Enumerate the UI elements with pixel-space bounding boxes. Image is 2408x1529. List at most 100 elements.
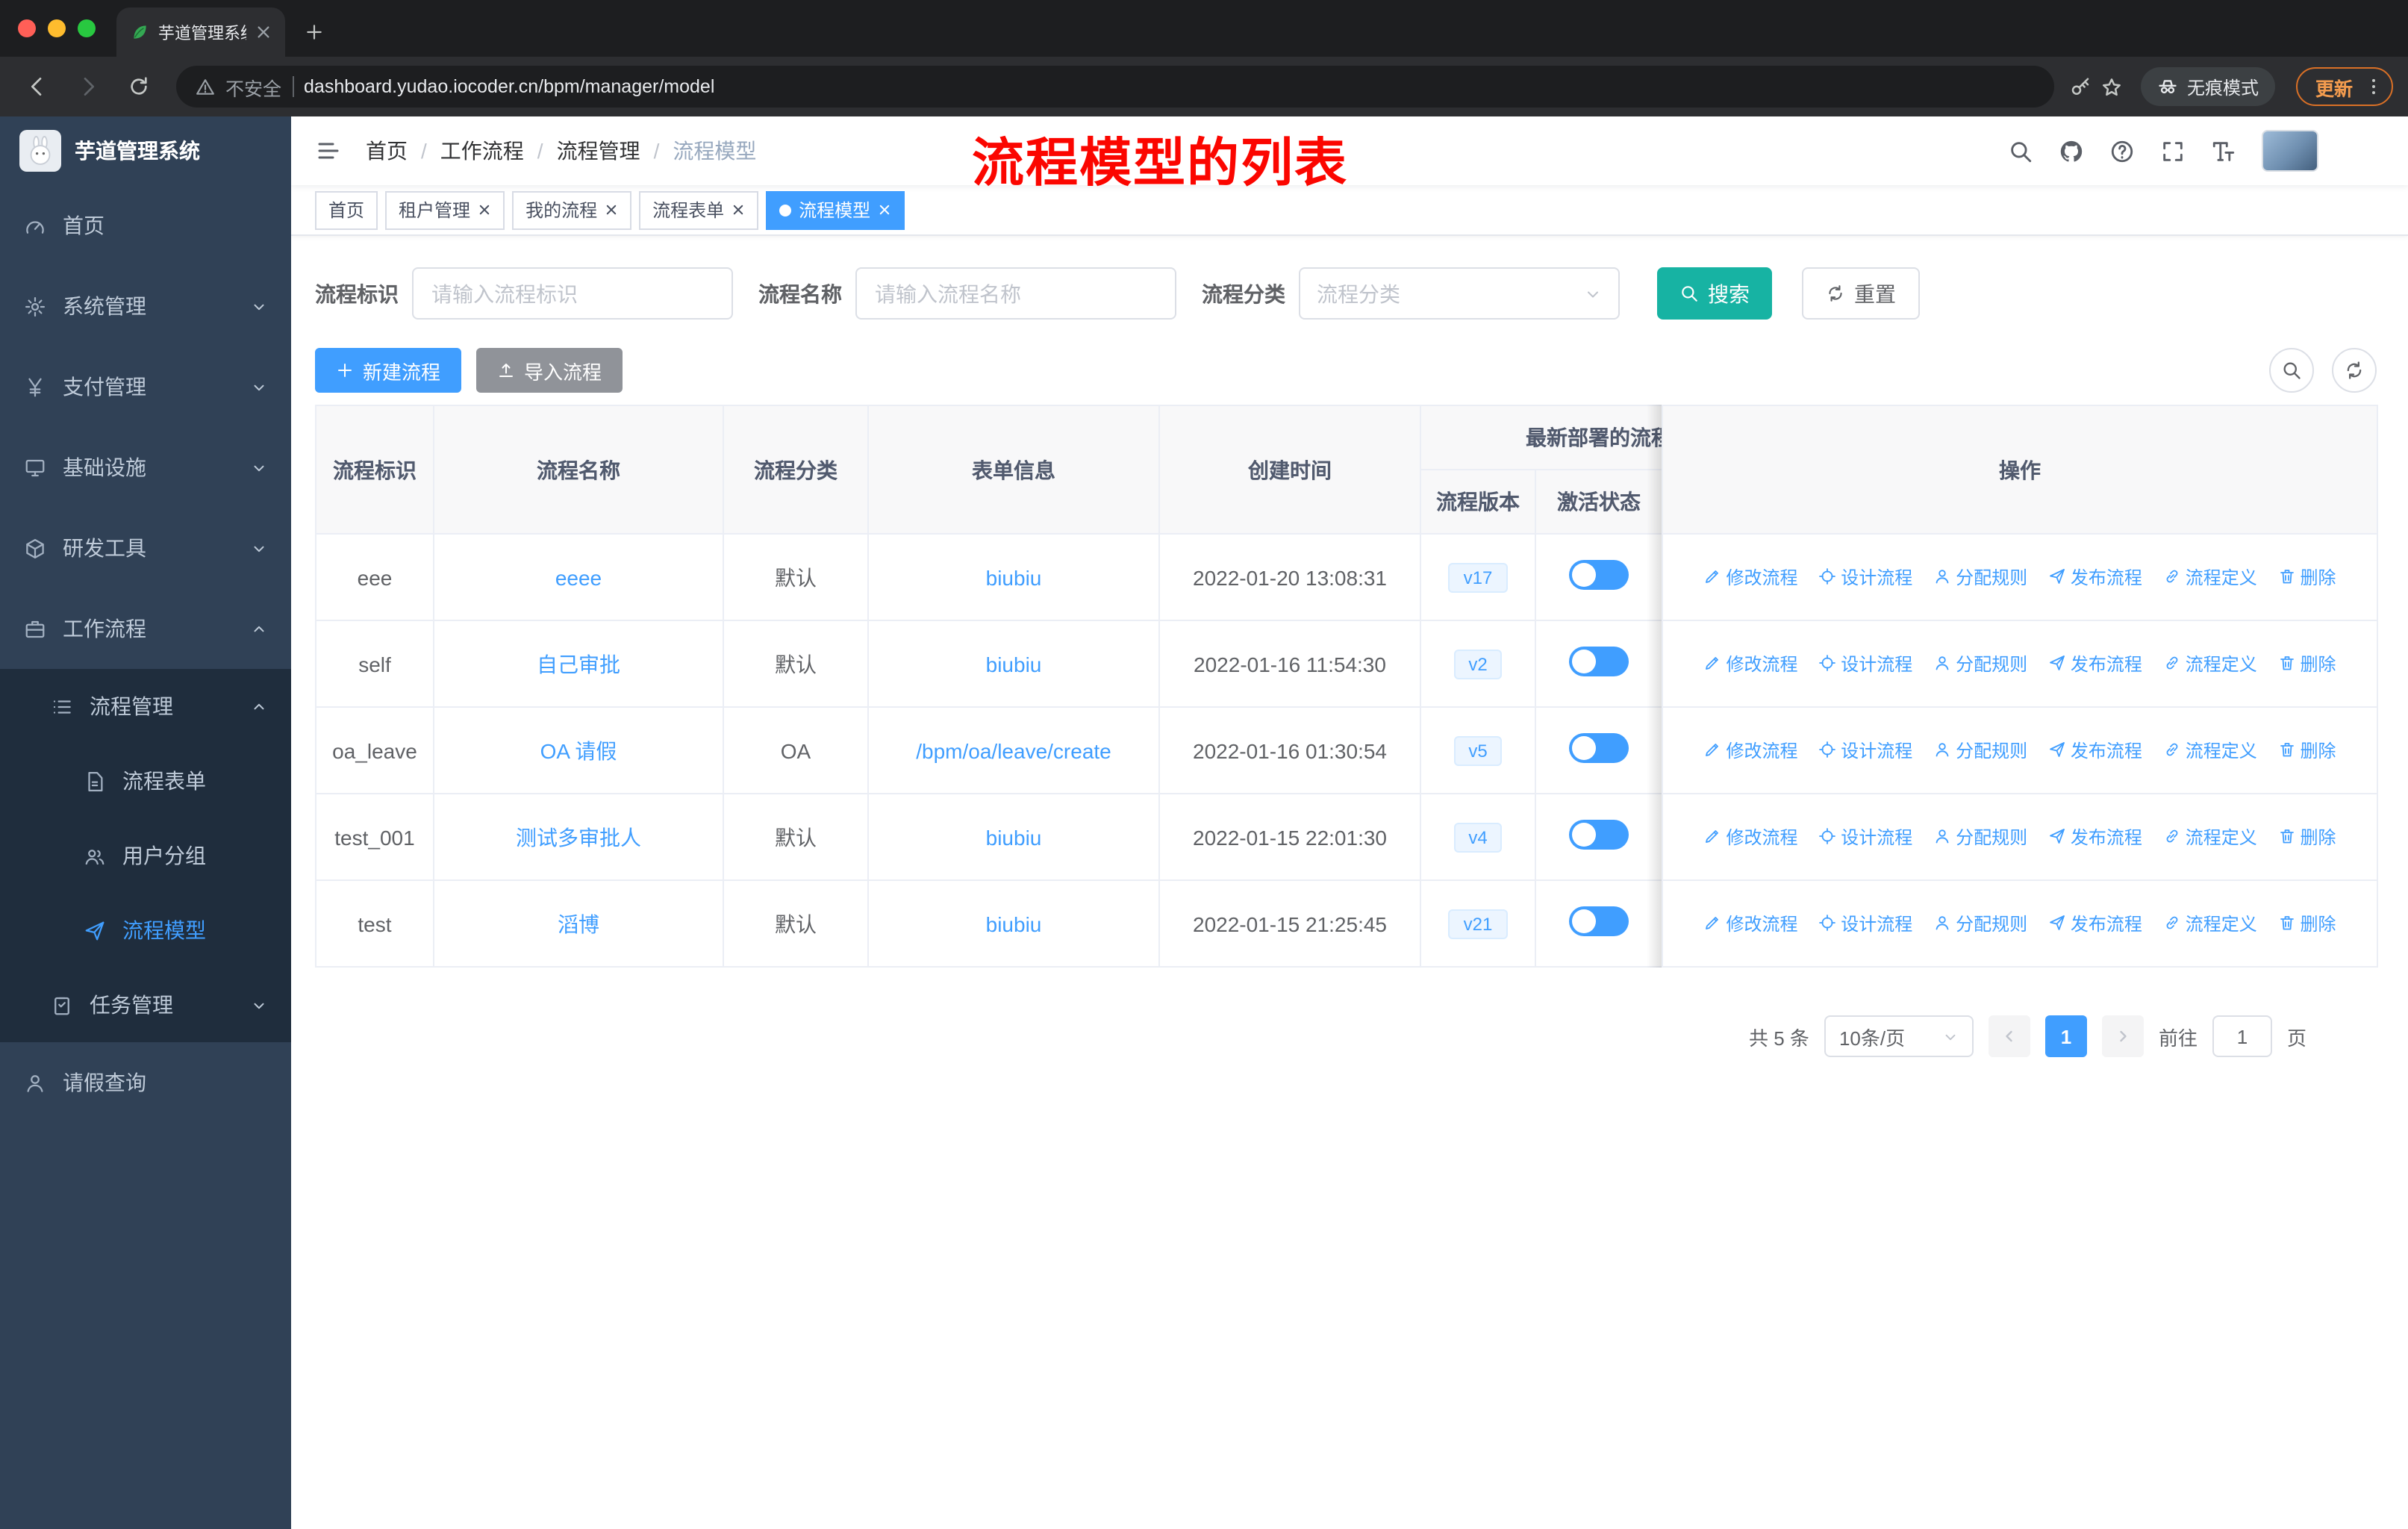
process-name-link[interactable]: 自己审批 <box>537 652 620 676</box>
tag-close-icon[interactable] <box>478 203 491 217</box>
action-design-link[interactable]: 设计流程 <box>1818 651 1912 676</box>
tag-process-model-active[interactable]: 流程模型 <box>766 190 905 229</box>
refresh-table-button[interactable] <box>2332 348 2377 393</box>
process-name-link[interactable]: 滔博 <box>558 912 599 935</box>
show-search-toggle-button[interactable] <box>2269 348 2314 393</box>
action-delete-link[interactable]: 删除 <box>2278 651 2336 676</box>
browser-reload-icon[interactable] <box>127 75 151 99</box>
action-definition-link[interactable]: 流程定义 <box>2163 738 2257 763</box>
sidebar-toggle-hamburger-icon[interactable] <box>315 137 342 164</box>
action-edit-link[interactable]: 修改流程 <box>1703 564 1797 590</box>
action-publish-link[interactable]: 发布流程 <box>2048 651 2142 676</box>
action-assign-rule-link[interactable]: 分配规则 <box>1933 911 2027 936</box>
action-assign-rule-link[interactable]: 分配规则 <box>1933 651 2027 676</box>
goto-page-input[interactable] <box>2212 1015 2272 1057</box>
browser-tab[interactable]: 芋道管理系统 <box>116 7 285 57</box>
sidebar-item-devtools[interactable]: 研发工具 <box>0 508 291 588</box>
active-toggle[interactable] <box>1569 647 1629 676</box>
sidebar-item-workflow[interactable]: 工作流程 <box>0 588 291 669</box>
search-button[interactable]: 搜索 <box>1657 267 1772 320</box>
sidebar-item-system[interactable]: 系统管理 <box>0 266 291 346</box>
action-edit-link[interactable]: 修改流程 <box>1703 911 1797 936</box>
form-info-link[interactable]: biubiu <box>986 565 1042 589</box>
active-toggle[interactable] <box>1569 560 1629 590</box>
tag-home[interactable]: 首页 <box>315 190 378 229</box>
active-toggle[interactable] <box>1569 820 1629 850</box>
browser-menu-dots-icon[interactable] <box>2363 76 2384 97</box>
action-definition-link[interactable]: 流程定义 <box>2163 651 2257 676</box>
action-design-link[interactable]: 设计流程 <box>1818 738 1912 763</box>
import-process-button[interactable]: 导入流程 <box>476 348 623 393</box>
password-key-icon[interactable] <box>2069 75 2092 98</box>
tag-close-icon[interactable] <box>605 203 618 217</box>
new-tab-button[interactable] <box>305 22 324 42</box>
action-definition-link[interactable]: 流程定义 <box>2163 911 2257 936</box>
breadcrumb-process-management[interactable]: 流程管理 <box>557 136 640 166</box>
tab-close-icon[interactable] <box>255 24 272 40</box>
sidebar-item-home[interactable]: 首页 <box>0 185 291 266</box>
action-publish-link[interactable]: 发布流程 <box>2048 738 2142 763</box>
github-icon[interactable] <box>2059 138 2084 164</box>
url-bar[interactable]: 不安全 dashboard.yudao.iocoder.cn/bpm/manag… <box>176 66 2054 108</box>
window-zoom-button[interactable] <box>78 19 96 37</box>
action-assign-rule-link[interactable]: 分配规则 <box>1933 738 2027 763</box>
action-design-link[interactable]: 设计流程 <box>1818 911 1912 936</box>
reset-button[interactable]: 重置 <box>1802 267 1920 320</box>
action-definition-link[interactable]: 流程定义 <box>2163 564 2257 590</box>
action-publish-link[interactable]: 发布流程 <box>2048 824 2142 850</box>
sidebar-item-task-management[interactable]: 任务管理 <box>0 968 291 1042</box>
active-toggle[interactable] <box>1569 733 1629 763</box>
process-id-input[interactable] <box>412 267 733 320</box>
form-info-link[interactable]: biubiu <box>986 912 1042 935</box>
tag-tenant-management[interactable]: 租户管理 <box>385 190 505 229</box>
window-close-button[interactable] <box>18 19 36 37</box>
sidebar-item-infrastructure[interactable]: 基础设施 <box>0 427 291 508</box>
form-info-link[interactable]: /bpm/oa/leave/create <box>916 738 1111 762</box>
action-delete-link[interactable]: 删除 <box>2278 564 2336 590</box>
action-design-link[interactable]: 设计流程 <box>1818 824 1912 850</box>
chrome-update-button[interactable]: 更新 <box>2295 67 2393 106</box>
breadcrumb-workflow[interactable]: 工作流程 <box>440 136 524 166</box>
action-assign-rule-link[interactable]: 分配规则 <box>1933 564 2027 590</box>
fullscreen-icon[interactable] <box>2160 138 2186 164</box>
action-definition-link[interactable]: 流程定义 <box>2163 824 2257 850</box>
tag-my-process[interactable]: 我的流程 <box>512 190 632 229</box>
user-avatar[interactable] <box>2262 130 2318 172</box>
form-info-link[interactable]: biubiu <box>986 652 1042 676</box>
prev-page-button[interactable] <box>1988 1015 2030 1057</box>
window-minimize-button[interactable] <box>48 19 66 37</box>
action-design-link[interactable]: 设计流程 <box>1818 564 1912 590</box>
search-icon[interactable] <box>2008 138 2033 164</box>
sidebar-item-leave-query[interactable]: 请假查询 <box>0 1042 291 1123</box>
sidebar-item-process-management[interactable]: 流程管理 <box>0 669 291 744</box>
tag-close-icon[interactable] <box>732 203 745 217</box>
sidebar-item-process-form[interactable]: 流程表单 <box>0 744 291 818</box>
page-number-button[interactable]: 1 <box>2044 1015 2087 1057</box>
page-size-select[interactable]: 10条/页 <box>1824 1015 1974 1057</box>
browser-forward-icon[interactable] <box>76 75 100 99</box>
process-name-link[interactable]: eeee <box>555 565 602 589</box>
browser-back-icon[interactable] <box>25 75 49 99</box>
bookmark-star-icon[interactable] <box>2100 75 2123 98</box>
tag-close-icon[interactable] <box>878 203 891 217</box>
action-delete-link[interactable]: 删除 <box>2278 824 2336 850</box>
action-edit-link[interactable]: 修改流程 <box>1703 738 1797 763</box>
form-info-link[interactable]: biubiu <box>986 825 1042 849</box>
next-page-button[interactable] <box>2101 1015 2144 1057</box>
action-delete-link[interactable]: 删除 <box>2278 911 2336 936</box>
help-question-icon[interactable] <box>2109 138 2135 164</box>
sidebar-item-process-model[interactable]: 流程模型 <box>0 893 291 968</box>
process-name-input[interactable] <box>855 267 1176 320</box>
action-edit-link[interactable]: 修改流程 <box>1703 824 1797 850</box>
active-toggle[interactable] <box>1569 906 1629 936</box>
action-delete-link[interactable]: 删除 <box>2278 738 2336 763</box>
create-process-button[interactable]: 新建流程 <box>315 348 462 393</box>
sidebar-item-payment[interactable]: 支付管理 <box>0 346 291 427</box>
process-category-select[interactable]: 流程分类 <box>1299 267 1620 320</box>
process-name-link[interactable]: 测试多审批人 <box>516 825 641 849</box>
sidebar-item-user-group[interactable]: 用户分组 <box>0 818 291 893</box>
tag-process-form[interactable]: 流程表单 <box>639 190 759 229</box>
action-publish-link[interactable]: 发布流程 <box>2048 911 2142 936</box>
process-name-link[interactable]: OA 请假 <box>540 738 617 762</box>
sidebar-logo[interactable]: 芋道管理系统 <box>0 116 291 185</box>
